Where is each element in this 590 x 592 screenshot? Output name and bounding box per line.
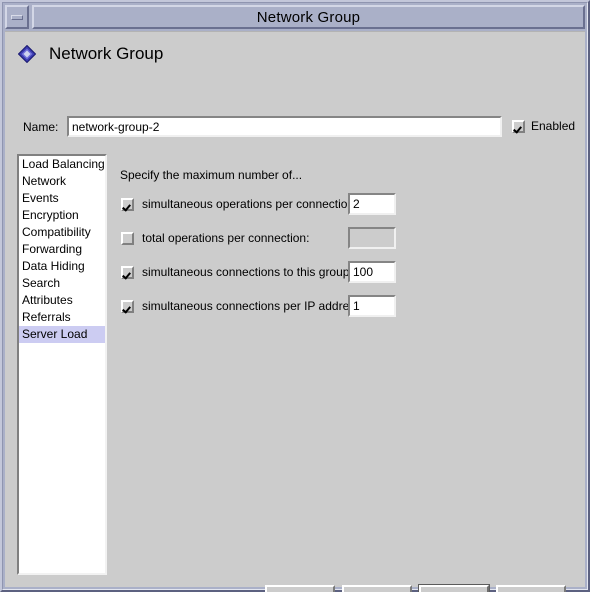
name-input[interactable] <box>67 116 502 137</box>
window-title: Network Group <box>256 8 361 26</box>
sidebar-item-encryption[interactable]: Encryption <box>19 207 105 224</box>
sidebar-item-forwarding[interactable]: Forwarding <box>19 241 105 258</box>
option-row-simultaneous-operations[interactable]: simultaneous operations per connection: <box>121 193 357 215</box>
page-title: Network Group <box>49 44 164 63</box>
enabled-label: Enabled <box>531 119 576 133</box>
connections-to-group-label: simultaneous connections to this group: <box>142 265 353 279</box>
enabled-checkbox-row[interactable]: Enabled <box>512 119 575 133</box>
titlebar-label-area: Network Group <box>32 5 585 29</box>
sidebar-item-data-hiding[interactable]: Data Hiding <box>19 258 105 275</box>
sidebar-item-attributes[interactable]: Attributes <box>19 292 105 309</box>
connections-per-ip-input[interactable] <box>348 295 396 317</box>
category-listbox[interactable]: Load Balancing Network Events Encryption… <box>17 154 107 575</box>
simultaneous-operations-label: simultaneous operations per connection: <box>142 197 358 211</box>
network-group-dialog-window: Network Group Network Group Name: Enable… <box>0 0 590 592</box>
simultaneous-operations-checkbox[interactable] <box>121 197 134 211</box>
titlebar[interactable]: Network Group <box>5 5 585 29</box>
sidebar-item-server-load[interactable]: Server Load <box>19 326 105 343</box>
total-operations-checkbox[interactable] <box>121 231 134 245</box>
sidebar-item-compatibility[interactable]: Compatibility <box>19 224 105 241</box>
connections-to-group-input[interactable] <box>348 261 396 283</box>
network-group-diamond-icon <box>17 44 37 64</box>
client-area: Network Group Name: Enabled Load Balanci… <box>5 31 585 592</box>
connections-per-ip-label: simultaneous connections per IP address: <box>142 299 365 313</box>
sidebar-item-referrals[interactable]: Referrals <box>19 309 105 326</box>
total-operations-label: total operations per connection: <box>142 231 310 245</box>
name-label: Name: <box>23 120 59 134</box>
simultaneous-operations-input[interactable] <box>348 193 396 215</box>
reset-button: Reset <box>342 585 412 592</box>
sidebar-item-load-balancing[interactable]: Load Balancing <box>19 156 105 173</box>
connections-per-ip-checkbox[interactable] <box>121 299 134 313</box>
sidebar-item-search[interactable]: Search <box>19 275 105 292</box>
close-button[interactable]: Close <box>419 585 489 592</box>
option-row-connections-per-ip[interactable]: simultaneous connections per IP address: <box>121 295 365 317</box>
connections-to-group-checkbox[interactable] <box>121 265 134 279</box>
total-operations-input <box>348 227 396 249</box>
option-row-total-operations[interactable]: total operations per connection: <box>121 227 309 249</box>
enabled-checkbox[interactable] <box>512 119 525 133</box>
panel-caption: Specify the maximum number of... <box>120 168 303 182</box>
sidebar-item-network[interactable]: Network <box>19 173 105 190</box>
sidebar-item-events[interactable]: Events <box>19 190 105 207</box>
save-button[interactable]: Save <box>265 585 335 592</box>
help-button[interactable]: Help <box>496 585 566 592</box>
option-row-connections-to-group[interactable]: simultaneous connections to this group: <box>121 261 353 283</box>
page-header: Network Group <box>17 44 164 64</box>
minimize-icon <box>11 15 23 20</box>
minimize-button[interactable] <box>5 5 29 29</box>
